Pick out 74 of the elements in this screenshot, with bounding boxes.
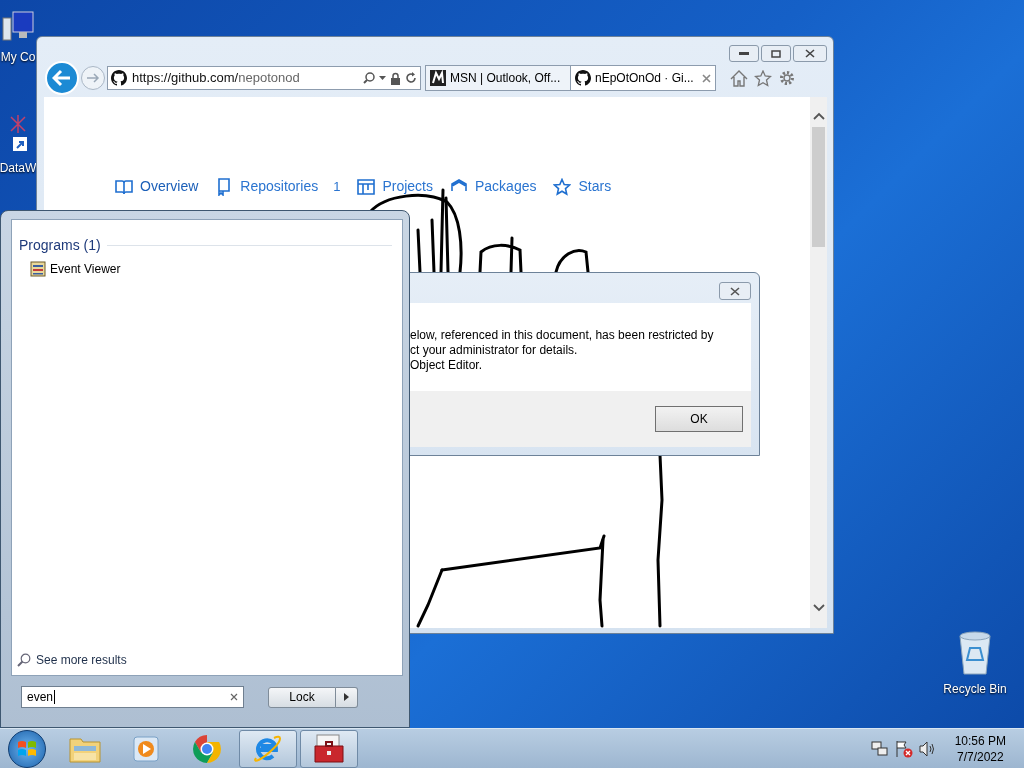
browser-tab[interactable]: nEpOtOnOd · Gi... bbox=[570, 65, 716, 91]
section-heading: Programs (1) bbox=[19, 236, 101, 255]
project-board-icon bbox=[357, 177, 376, 196]
search-result-item[interactable]: Event Viewer bbox=[30, 260, 402, 278]
windows-logo-icon bbox=[17, 738, 37, 759]
forward-arrow-icon bbox=[86, 72, 100, 84]
clear-icon[interactable] bbox=[230, 693, 238, 701]
url-path-text: nepotonod bbox=[238, 70, 300, 86]
book-icon bbox=[115, 177, 133, 196]
lock-button[interactable]: Lock bbox=[268, 686, 336, 708]
msn-logo-icon bbox=[430, 70, 446, 86]
lock-icon[interactable] bbox=[390, 71, 401, 85]
maximize-button[interactable] bbox=[761, 45, 791, 62]
close-icon bbox=[730, 286, 740, 296]
vertical-scrollbar[interactable] bbox=[810, 97, 827, 628]
profile-nav-tab[interactable]: Projects bbox=[357, 176, 433, 197]
dialog-message-text: ct your administrator for details. bbox=[410, 343, 579, 358]
search-value: even bbox=[27, 689, 54, 706]
recycle-bin-icon bbox=[956, 630, 994, 676]
toolbox-icon bbox=[313, 733, 345, 764]
search-field[interactable]: even bbox=[21, 686, 244, 708]
github-logo-icon bbox=[111, 70, 127, 86]
clock[interactable]: 10:56 PM 7/7/2022 bbox=[954, 732, 1006, 765]
dialog-message-text: Object Editor. bbox=[410, 358, 484, 373]
media-player-icon bbox=[133, 735, 159, 762]
github-logo-icon bbox=[575, 70, 591, 86]
dialog-message-text: elow, referenced in this document, has been restricted by bbox=[410, 328, 715, 343]
restore-icon bbox=[771, 49, 781, 58]
profile-nav-tab[interactable]: Stars bbox=[553, 176, 612, 197]
computer-icon bbox=[1, 10, 35, 44]
event-viewer-icon bbox=[30, 261, 46, 277]
desktop-icon-label[interactable]: My Co bbox=[0, 48, 36, 66]
dialog-close-button[interactable] bbox=[719, 282, 751, 300]
speaker-icon[interactable] bbox=[918, 740, 937, 757]
dropdown-caret-icon[interactable] bbox=[379, 76, 386, 80]
power-options-button[interactable] bbox=[336, 686, 358, 708]
home-icon[interactable] bbox=[730, 69, 748, 87]
search-icon bbox=[17, 653, 31, 667]
browser-tab[interactable]: MSN | Outlook, Off... bbox=[425, 65, 571, 91]
scribble-stroke bbox=[554, 249, 590, 274]
refresh-icon[interactable] bbox=[405, 72, 417, 84]
profile-nav-tab[interactable]: Repositories 1 bbox=[215, 176, 341, 197]
taskbar-app-button[interactable] bbox=[300, 729, 358, 768]
url-host-text: https://github.com/ bbox=[132, 70, 239, 86]
scroll-up-icon[interactable] bbox=[812, 112, 825, 120]
start-button[interactable] bbox=[8, 729, 46, 768]
close-icon bbox=[805, 49, 815, 58]
scroll-down-icon[interactable] bbox=[812, 604, 825, 612]
close-button[interactable] bbox=[793, 45, 827, 62]
back-button[interactable] bbox=[45, 61, 79, 95]
internet-explorer-icon bbox=[252, 733, 284, 764]
see-more-results-link[interactable]: See more results bbox=[17, 651, 402, 669]
search-icon[interactable] bbox=[363, 72, 375, 84]
scrollbar-thumb[interactable] bbox=[812, 127, 825, 247]
network-icon[interactable] bbox=[870, 740, 889, 757]
caret-icon bbox=[344, 693, 349, 701]
close-tab-icon[interactable] bbox=[702, 73, 711, 83]
desktop-icon-label[interactable]: Recycle Bin bbox=[943, 680, 1007, 698]
minimize-icon bbox=[739, 51, 749, 56]
desktop-icon-label[interactable]: DataW bbox=[0, 159, 37, 177]
taskbar-app-button[interactable] bbox=[239, 729, 297, 768]
minimize-button[interactable] bbox=[729, 45, 759, 62]
star-icon bbox=[553, 177, 572, 196]
profile-nav-tab[interactable]: Overview bbox=[115, 176, 199, 197]
settings-gear-icon[interactable] bbox=[778, 69, 796, 87]
profile-nav-tab[interactable]: Packages bbox=[450, 176, 537, 197]
flag-error-icon[interactable] bbox=[894, 739, 913, 758]
ok-button[interactable]: OK bbox=[655, 406, 743, 432]
favorites-star-icon[interactable] bbox=[754, 69, 772, 87]
text-cursor-icon bbox=[54, 690, 56, 704]
chrome-logo-icon bbox=[192, 733, 222, 764]
scribble-stroke bbox=[478, 236, 523, 274]
back-arrow-icon bbox=[52, 69, 72, 87]
address-bar[interactable]: https://github.com/nepotonod bbox=[107, 66, 421, 90]
